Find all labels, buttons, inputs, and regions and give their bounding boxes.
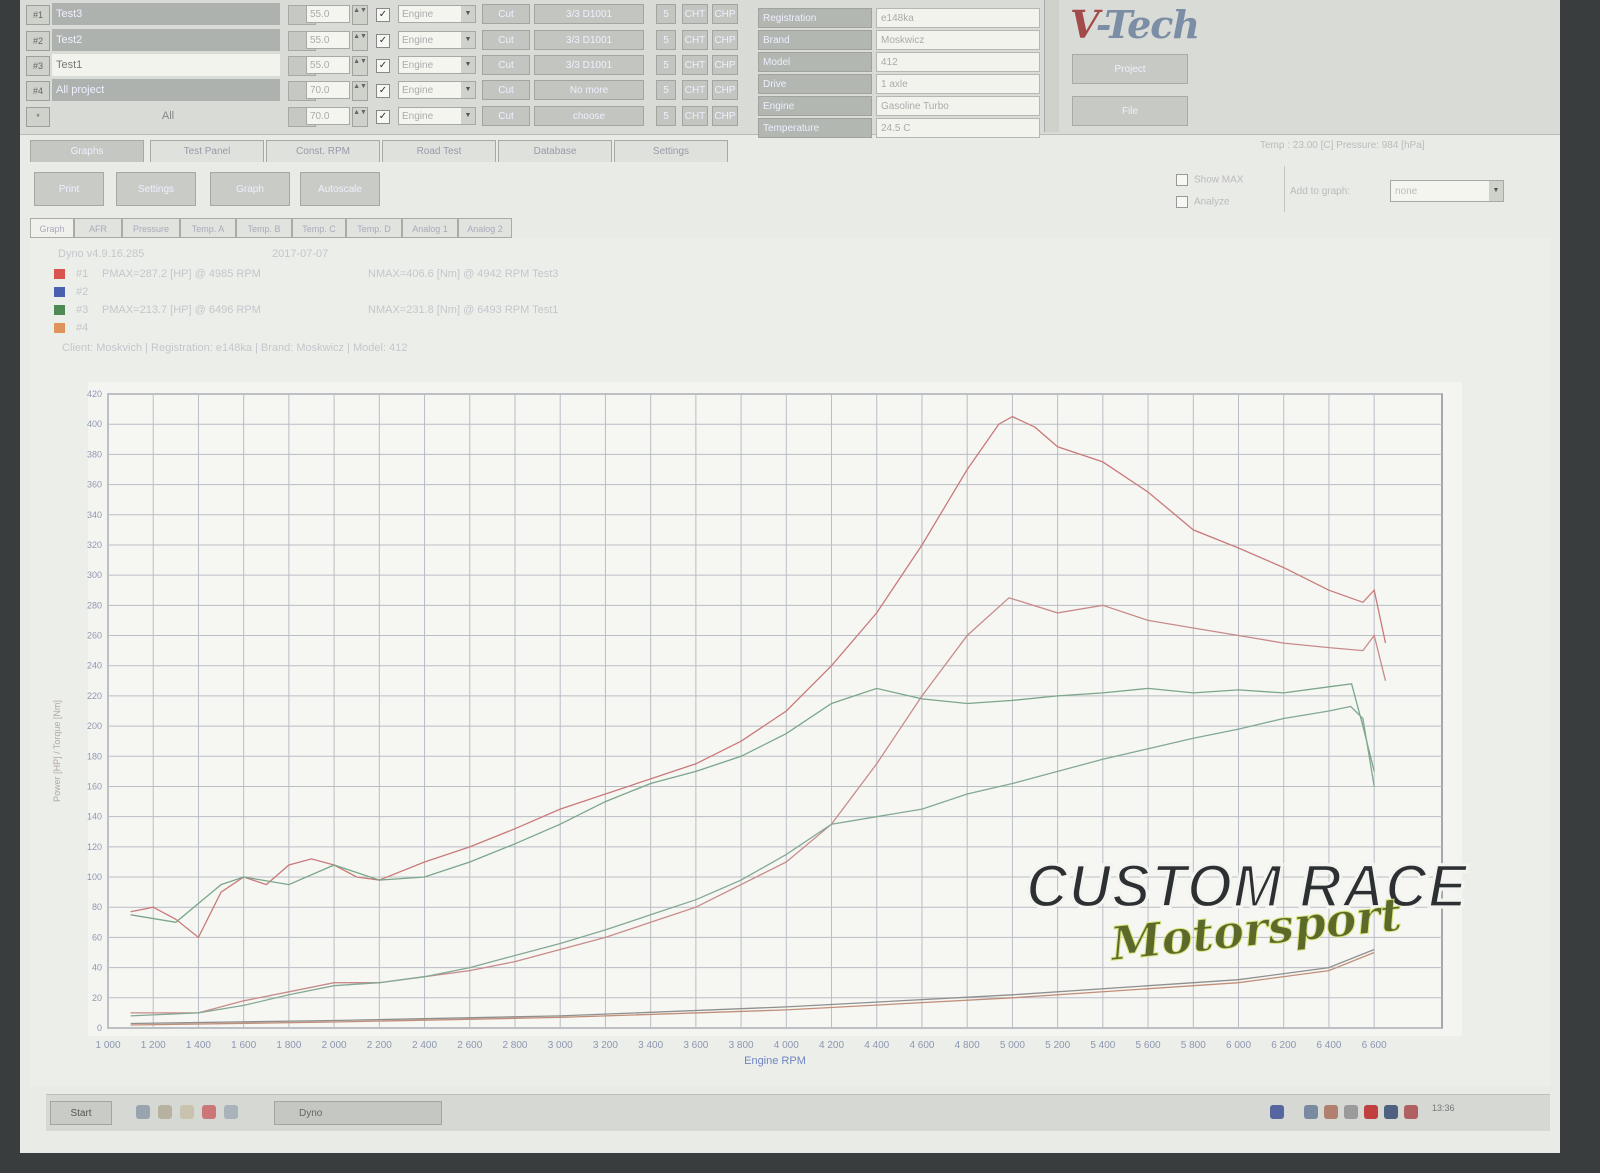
tray-icon[interactable]	[1324, 1105, 1338, 1119]
x-tick-label: 5 400	[1090, 1040, 1115, 1051]
x-tick-label: 6 000	[1226, 1040, 1251, 1051]
clock: 13:36	[1432, 1103, 1455, 1113]
quicklaunch-icon[interactable]	[136, 1105, 150, 1119]
x-tick-label: 3 200	[593, 1040, 618, 1051]
y-tick-label: 60	[92, 932, 102, 942]
y-tick-label: 260	[87, 631, 102, 641]
tray-icon[interactable]	[1364, 1105, 1378, 1119]
y-tick-label: 20	[92, 993, 102, 1003]
custom-race-watermark: CUSTOM RACE Motorsport	[1025, 854, 1469, 971]
y-tick-label: 400	[87, 419, 102, 429]
y-tick-label: 320	[87, 540, 102, 550]
y-tick-label: 360	[87, 480, 102, 490]
x-tick-label: 3 600	[683, 1040, 708, 1051]
x-tick-label: 2 600	[457, 1040, 482, 1051]
x-tick-label: 1 800	[276, 1040, 301, 1051]
folder-icon[interactable]	[180, 1105, 194, 1119]
taskbar-item-dyno[interactable]: Dyno	[274, 1101, 442, 1125]
tray-icon[interactable]	[1384, 1105, 1398, 1119]
x-tick-label: 3 000	[548, 1040, 573, 1051]
x-tick-label: 2 800	[502, 1040, 527, 1051]
x-tick-label: 5 200	[1045, 1040, 1070, 1051]
x-tick-label: 3 800	[729, 1040, 754, 1051]
y-tick-label: 300	[87, 570, 102, 580]
x-tick-label: 4 800	[955, 1040, 980, 1051]
taskbar-item-label: Dyno	[299, 1108, 323, 1119]
quicklaunch-icon[interactable]	[224, 1105, 238, 1119]
x-tick-label: 4 600	[909, 1040, 934, 1051]
y-tick-label: 80	[92, 902, 102, 912]
y-axis-label: Power [HP] / Torque [Nm]	[52, 700, 62, 802]
y-tick-label: 200	[87, 721, 102, 731]
y-tick-label: 220	[87, 691, 102, 701]
quicklaunch-icon[interactable]	[158, 1105, 172, 1119]
y-tick-label: 140	[87, 812, 102, 822]
x-tick-label: 1 600	[231, 1040, 256, 1051]
y-tick-label: 0	[97, 1023, 102, 1033]
y-tick-label: 420	[87, 389, 102, 399]
language-icon[interactable]	[1270, 1105, 1284, 1119]
tray-icon[interactable]	[1404, 1105, 1418, 1119]
y-tick-label: 280	[87, 600, 102, 610]
x-axis-label: Engine RPM	[744, 1055, 806, 1067]
y-tick-label: 340	[87, 510, 102, 520]
y-tick-label: 100	[87, 872, 102, 882]
x-tick-label: 1 000	[95, 1040, 120, 1051]
x-tick-label: 1 200	[141, 1040, 166, 1051]
x-tick-label: 3 400	[638, 1040, 663, 1051]
x-tick-label: 5 800	[1181, 1040, 1206, 1051]
y-tick-label: 180	[87, 751, 102, 761]
x-tick-label: 2 400	[412, 1040, 437, 1051]
tray-icon[interactable]	[1304, 1105, 1318, 1119]
x-tick-label: 6 600	[1362, 1040, 1387, 1051]
x-tick-label: 2 000	[322, 1040, 347, 1051]
app-v-icon[interactable]	[202, 1105, 216, 1119]
start-button[interactable]: Start	[50, 1101, 112, 1125]
x-tick-label: 4 400	[864, 1040, 889, 1051]
y-tick-label: 40	[92, 963, 102, 973]
y-tick-label: 240	[87, 661, 102, 671]
x-tick-label: 2 200	[367, 1040, 392, 1051]
y-tick-label: 380	[87, 449, 102, 459]
x-tick-label: 6 200	[1271, 1040, 1296, 1051]
x-tick-label: 5 600	[1136, 1040, 1161, 1051]
y-tick-label: 120	[87, 842, 102, 852]
y-tick-label: 160	[87, 781, 102, 791]
tray-icon[interactable]	[1344, 1105, 1358, 1119]
x-tick-label: 4 000	[774, 1040, 799, 1051]
taskbar: Start Dyno 13:36	[46, 1094, 1550, 1131]
x-tick-label: 1 400	[186, 1040, 211, 1051]
x-tick-label: 4 200	[819, 1040, 844, 1051]
x-tick-label: 6 400	[1316, 1040, 1341, 1051]
x-tick-label: 5 000	[1000, 1040, 1025, 1051]
dyno-app-window: #1 Test3 55.0 ▲▼ ✓ Engine ▼ Cut 3/3 D1001 5 CHT CHP…	[20, 0, 1560, 1153]
